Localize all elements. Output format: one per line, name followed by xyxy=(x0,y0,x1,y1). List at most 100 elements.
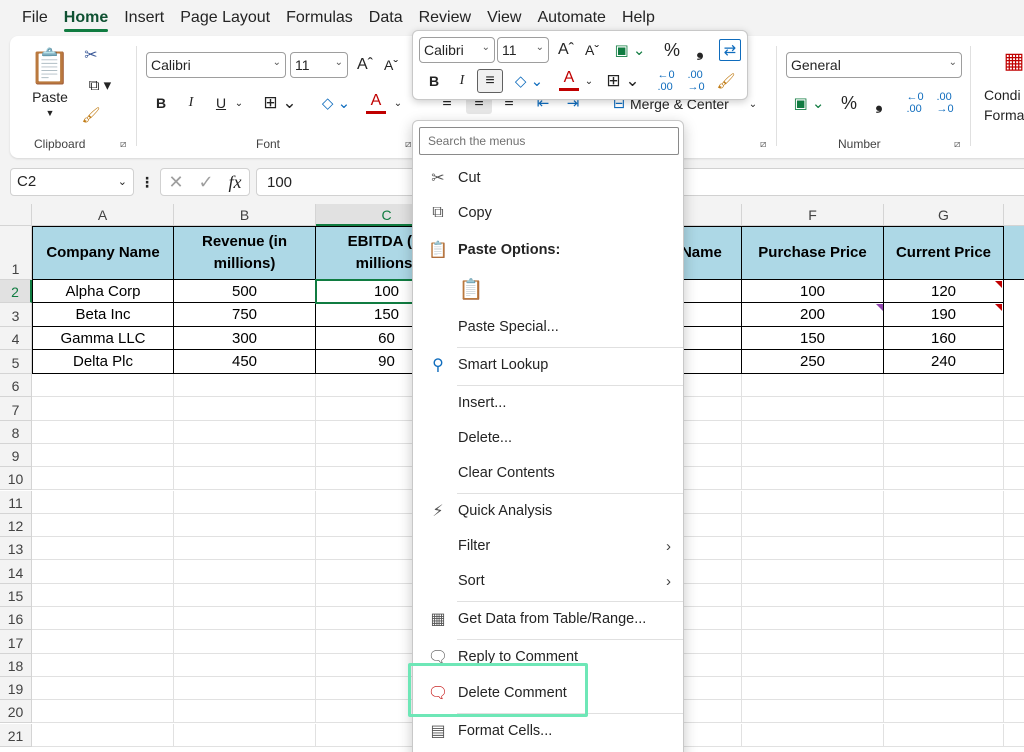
accounting-format-icon[interactable]: ▣ ⌄ xyxy=(609,39,651,61)
table-cell[interactable]: Alpha Corp xyxy=(32,280,174,303)
empty-cell[interactable] xyxy=(174,374,316,398)
increase-font-icon[interactable]: Aˆ xyxy=(354,52,376,78)
row-header-5[interactable]: 5 xyxy=(0,350,32,374)
row-header-11[interactable]: 11 xyxy=(0,490,32,514)
empty-cell[interactable] xyxy=(32,676,174,701)
format-painter-icon[interactable]: 🖌 xyxy=(80,104,102,126)
menu-page-layout[interactable]: Page Layout xyxy=(172,0,278,36)
empty-cell[interactable] xyxy=(174,490,316,514)
percent-icon[interactable]: % xyxy=(838,92,860,114)
conditional-formatting-label-2[interactable]: Forma xyxy=(984,106,1024,124)
chevron-down-icon[interactable]: ⌄ xyxy=(388,92,408,114)
row-header-7[interactable]: 7 xyxy=(0,397,32,421)
row-header-10[interactable]: 10 xyxy=(0,467,32,491)
empty-cell[interactable] xyxy=(1004,444,1024,468)
empty-cell[interactable] xyxy=(32,560,174,584)
empty-cell[interactable] xyxy=(742,420,884,444)
increase-font-icon[interactable]: Aˆ xyxy=(555,39,577,61)
empty-cell[interactable] xyxy=(884,374,1004,398)
borders-icon[interactable]: ⊞ ⌄ xyxy=(260,92,300,114)
row-header-12[interactable]: 12 xyxy=(0,513,32,538)
fill-color-icon[interactable]: ◇ ⌄ xyxy=(314,92,358,114)
empty-cell[interactable] xyxy=(1004,374,1024,398)
menu-item-format-cells[interactable]: ▤ Format Cells... xyxy=(413,714,683,748)
empty-cell[interactable] xyxy=(174,723,316,747)
menu-item-filter[interactable]: Filter › xyxy=(413,529,683,563)
menu-data[interactable]: Data xyxy=(361,0,411,36)
empty-cell[interactable] xyxy=(32,723,174,747)
empty-cell[interactable] xyxy=(174,443,316,468)
column-header-g[interactable]: G xyxy=(884,204,1004,226)
row-header-21[interactable]: 21 xyxy=(0,723,32,747)
empty-cell[interactable] xyxy=(174,560,316,584)
menu-item-cut[interactable]: ✂ Cut xyxy=(413,161,683,195)
empty-cell[interactable] xyxy=(32,467,174,491)
menu-item-delete-comment[interactable]: 🗨 Delete Comment xyxy=(413,676,683,710)
table-cell[interactable]: 150 xyxy=(742,327,884,350)
menu-formulas[interactable]: Formulas xyxy=(278,0,361,36)
empty-cell[interactable] xyxy=(742,397,884,421)
row-header-18[interactable]: 18 xyxy=(0,653,32,677)
table-cell[interactable]: 120 xyxy=(884,280,1004,303)
empty-cell[interactable] xyxy=(884,513,1004,538)
comment-indicator[interactable] xyxy=(995,281,1002,288)
empty-cell[interactable] xyxy=(884,467,1004,491)
empty-cell[interactable] xyxy=(742,537,884,561)
chevron-down-icon[interactable]: ⌄ xyxy=(581,69,597,93)
table-header-cell[interactable]: Purchase Price xyxy=(742,226,884,280)
align-center-icon[interactable]: ≡ xyxy=(477,69,503,93)
paste-dropdown-icon[interactable]: ▼ xyxy=(40,106,60,120)
borders-icon[interactable]: ⊞ ⌄ xyxy=(603,69,643,93)
empty-cell[interactable] xyxy=(174,513,316,538)
underline-icon[interactable]: U xyxy=(210,92,232,114)
accounting-format-icon[interactable]: ▣ ⌄ xyxy=(788,92,830,114)
row-header-6[interactable]: 6 xyxy=(0,374,32,398)
conditional-formatting-label-1[interactable]: Condi xyxy=(984,86,1024,104)
row-header-16[interactable]: 16 xyxy=(0,607,32,631)
empty-cell[interactable] xyxy=(742,630,884,654)
empty-cell[interactable] xyxy=(174,630,316,654)
row-header-15[interactable]: 15 xyxy=(0,583,32,607)
table-cell[interactable]: 300 xyxy=(174,327,316,350)
more-options-icon[interactable]: ⋮ xyxy=(140,172,154,192)
column-header-h[interactable] xyxy=(1004,204,1024,226)
menu-item-copy[interactable]: ⧉ Copy xyxy=(413,196,683,230)
paste-button[interactable]: Paste xyxy=(28,88,72,106)
empty-cell[interactable] xyxy=(32,583,174,607)
table-header-cell[interactable]: Company Name xyxy=(32,226,174,280)
alignment-launcher-icon[interactable]: ⧄ xyxy=(760,139,766,150)
table-header-cell[interactable]: Revenue (in millions) xyxy=(174,226,316,280)
empty-cell[interactable] xyxy=(32,700,174,724)
empty-cell[interactable] xyxy=(174,653,316,677)
decrease-decimal-icon[interactable]: .00 →0 xyxy=(932,91,958,115)
empty-cell[interactable] xyxy=(32,537,174,561)
empty-cell[interactable] xyxy=(884,700,1004,724)
empty-cell[interactable] xyxy=(1004,397,1024,421)
row-header-9[interactable]: 9 xyxy=(0,443,32,468)
decrease-font-icon[interactable]: Aˇ xyxy=(581,39,603,61)
empty-cell[interactable] xyxy=(884,583,1004,607)
empty-cell[interactable] xyxy=(742,700,884,724)
row-header-1[interactable]: 1 xyxy=(0,226,32,280)
empty-cell[interactable] xyxy=(1004,677,1024,701)
empty-cell[interactable] xyxy=(884,490,1004,514)
empty-cell[interactable] xyxy=(884,560,1004,584)
empty-cell[interactable] xyxy=(174,607,316,631)
empty-cell[interactable] xyxy=(174,467,316,491)
number-format-select[interactable]: General ⌄ xyxy=(786,52,962,78)
mini-font-name-select[interactable]: Calibri ⌄ xyxy=(419,37,495,63)
row-header-8[interactable]: 8 xyxy=(0,420,32,444)
empty-cell[interactable] xyxy=(884,397,1004,421)
empty-cell[interactable] xyxy=(1004,467,1024,491)
chevron-down-icon[interactable]: ⌄ xyxy=(746,94,760,114)
number-launcher-icon[interactable]: ⧄ xyxy=(954,139,960,150)
empty-cell[interactable] xyxy=(32,630,174,654)
table-cell[interactable]: 240 xyxy=(884,350,1004,374)
empty-cell[interactable] xyxy=(1004,607,1024,631)
wrap-text-icon[interactable]: ⇄ xyxy=(719,39,741,61)
empty-cell[interactable] xyxy=(884,443,1004,468)
empty-cell[interactable] xyxy=(1004,491,1024,514)
menu-item-clear-contents[interactable]: Clear Contents xyxy=(413,456,683,490)
menu-item-quick-analysis[interactable]: ⚡ Quick Analysis xyxy=(413,494,683,528)
menu-item-sort[interactable]: Sort › xyxy=(413,564,683,598)
